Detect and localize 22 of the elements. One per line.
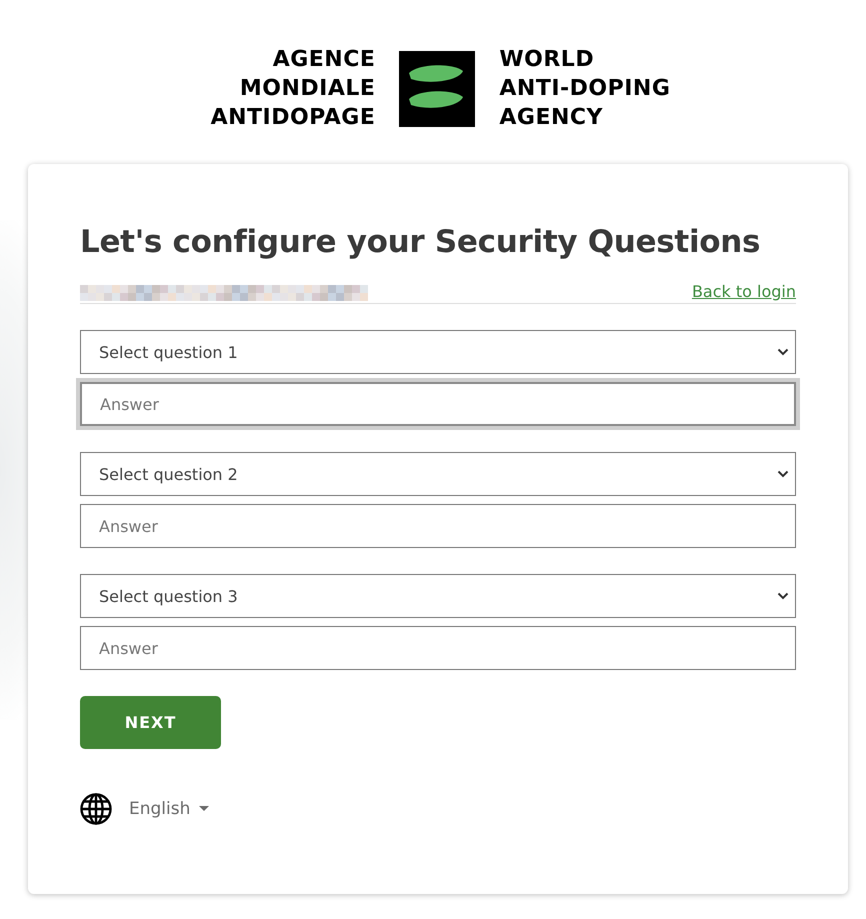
logo-text: WORLD — [499, 46, 596, 74]
caret-icon — [199, 806, 210, 812]
answer-field[interactable]: Answer — [80, 382, 796, 426]
question-select[interactable]: Select question 3 — [80, 574, 796, 618]
logo-text: ANTI-DOPING — [499, 75, 670, 103]
answer-field[interactable]: Answer — [80, 504, 796, 548]
question-select[interactable]: Select question 1 — [80, 330, 796, 374]
question-select[interactable]: Select question 2 — [80, 452, 796, 496]
logo-text: MONDIALE — [240, 75, 376, 103]
logo-text: AGENCY — [499, 104, 604, 132]
next-button[interactable]: NEXT — [80, 696, 221, 749]
globe-icon — [80, 793, 112, 825]
leaf-emblem-icon — [399, 50, 476, 126]
answer-field[interactable]: Answer — [80, 626, 796, 670]
chevron-down-icon — [777, 470, 789, 478]
language-dropdown[interactable]: English — [129, 799, 210, 819]
logo-text: AGENCE — [272, 46, 376, 74]
logo-text: ANTIDOPAGE — [210, 104, 376, 132]
page-title: Let's configure your Security Questions — [80, 224, 762, 260]
back-to-login-link[interactable]: Back to login — [692, 282, 796, 301]
chevron-down-icon — [777, 592, 789, 600]
chevron-down-icon — [777, 348, 789, 356]
